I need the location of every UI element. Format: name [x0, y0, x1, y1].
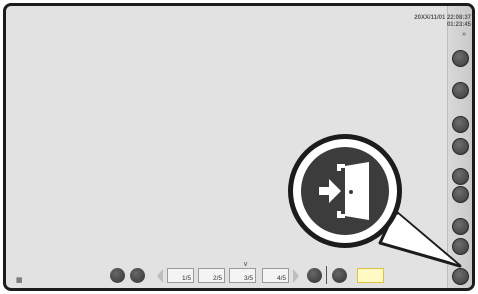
rail-button-2[interactable] — [452, 82, 469, 99]
zoom-callout — [288, 134, 462, 268]
page-prev-arrow[interactable] — [157, 269, 163, 283]
page-tab-3[interactable]: 3/5 — [229, 268, 256, 283]
date-text: 20XX/11/01 22:08:37 — [414, 15, 471, 21]
toolbar-button-1[interactable] — [110, 268, 125, 283]
status-datetime: 20XX/11/01 22:08:37 01:23:45 — [414, 15, 471, 29]
rail-button-1[interactable] — [452, 50, 469, 67]
double-chevron-down-icon[interactable]: ∨ — [243, 260, 248, 268]
toolbar-button-2[interactable] — [130, 268, 145, 283]
page-tab-1[interactable]: 1/5 — [167, 268, 194, 283]
elapsed-text: 01:23:45 — [446, 22, 471, 28]
callout-pointer-fill — [385, 214, 457, 264]
double-chevron-right-icon[interactable]: » — [462, 31, 466, 38]
menu-grid-icon[interactable]: ▦ — [16, 276, 23, 284]
page-tab-2[interactable]: 2/5 — [198, 268, 225, 283]
